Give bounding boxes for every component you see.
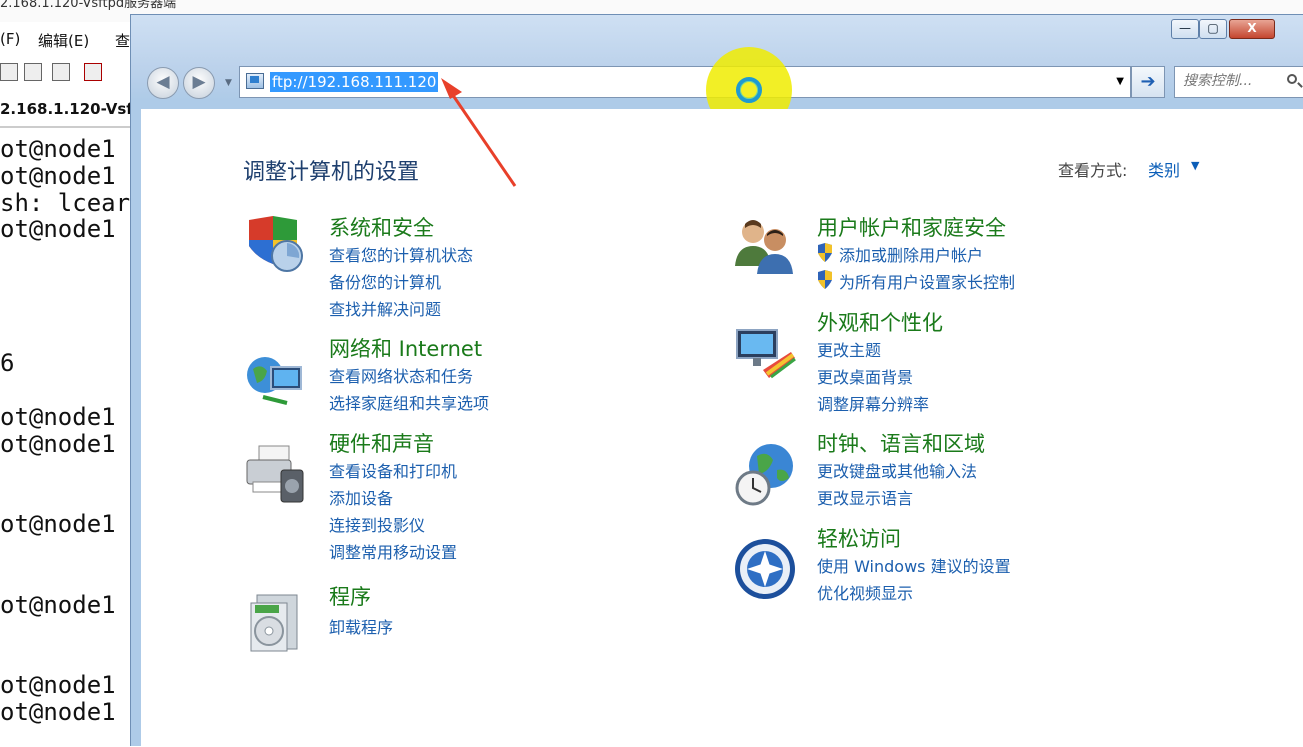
category-user-accounts[interactable]: 用户帐户和家庭安全 [817, 212, 1006, 242]
uac-shield-icon [818, 270, 832, 289]
close-icon: X [1247, 21, 1257, 35]
terminal-line: ot@node1 [0, 671, 116, 699]
link-mobility-settings[interactable]: 调整常用移动设置 [329, 539, 457, 563]
globe-clock-icon[interactable] [733, 442, 797, 506]
search-box[interactable] [1174, 66, 1303, 98]
monitor-icon[interactable] [733, 322, 797, 386]
link-change-keyboard[interactable]: 更改键盘或其他输入法 [817, 458, 977, 482]
category-appearance[interactable]: 外观和个性化 [817, 307, 943, 337]
uac-shield-icon [818, 243, 832, 262]
control-panel-content: 调整计算机的设置 查看方式: 类别 ▼ 系统和安全 查看您的计算机状态 备份您的… [141, 109, 1303, 746]
arrow-left-icon: ◀ [156, 72, 170, 92]
category-hardware-sound[interactable]: 硬件和声音 [329, 428, 434, 458]
terminal-line: sh: lcear [0, 188, 131, 217]
link-devices-printers[interactable]: 查看设备和打印机 [329, 458, 457, 482]
link-optimize-visual-display[interactable]: 优化视频显示 [817, 580, 913, 604]
go-button[interactable]: ➔ [1131, 66, 1165, 98]
terminal-line: ot@node1 [0, 510, 116, 539]
link-view-computer-status[interactable]: 查看您的计算机状态 [329, 242, 473, 266]
connect-icon[interactable] [0, 63, 18, 81]
link-desktop-background[interactable]: 更改桌面背景 [817, 364, 913, 388]
background-toolbar [0, 58, 140, 88]
minimize-button[interactable]: — [1171, 19, 1199, 39]
link-network-status[interactable]: 查看网络状态和任务 [329, 363, 473, 387]
terminal-line: ot@node1 [0, 161, 116, 190]
terminal-line: ot@node1 [0, 135, 116, 163]
terminal-line: ot@node1 [0, 403, 116, 431]
shield-icon[interactable] [243, 212, 307, 276]
menu-file[interactable]: (F) [0, 30, 20, 48]
link-add-remove-accounts[interactable]: 添加或删除用户帐户 [839, 242, 983, 266]
programs-icon[interactable] [243, 591, 307, 655]
link-change-display-language[interactable]: 更改显示语言 [817, 485, 913, 509]
recent-pages-dropdown[interactable]: ▼ [225, 78, 232, 88]
terminal-line: ot@node1 [0, 215, 116, 244]
page-title: 调整计算机的设置 [243, 160, 420, 185]
users-icon[interactable] [733, 212, 797, 276]
disconnect-icon[interactable] [52, 63, 70, 81]
close-button[interactable]: X [1229, 19, 1275, 39]
back-button[interactable]: ◀ [147, 67, 179, 99]
forward-button[interactable]: ▶ [183, 67, 215, 99]
view-by-label: 查看方式: [1058, 161, 1128, 180]
control-panel-icon [246, 73, 264, 89]
ease-of-access-icon[interactable] [733, 537, 797, 601]
minimize-icon: — [1179, 21, 1191, 35]
network-icon[interactable] [243, 347, 307, 411]
maximize-icon: ▢ [1207, 21, 1219, 35]
link-homegroup-sharing[interactable]: 选择家庭组和共享选项 [329, 390, 489, 414]
reconnect-icon[interactable] [24, 63, 42, 81]
session-tab[interactable]: 2.168.1.120-Vsft [0, 100, 140, 118]
category-clock-language-region[interactable]: 时钟、语言和区域 [817, 428, 985, 458]
category-programs[interactable]: 程序 [329, 581, 371, 611]
search-icon[interactable] [1287, 74, 1297, 84]
search-input[interactable] [1181, 72, 1281, 90]
background-menu-bar: (F) 编辑(E) 查 [0, 24, 140, 54]
category-network-internet[interactable]: 网络和 Internet [329, 333, 482, 363]
terminal-line: 6 [0, 349, 15, 378]
terminal-line: ot@node1 [0, 697, 116, 726]
printer-icon[interactable] [243, 442, 307, 506]
category-ease-of-access[interactable]: 轻松访问 [817, 523, 901, 553]
menu-view[interactable]: 查 [115, 30, 130, 51]
terminal-output[interactable]: ot@node1 ot@node1 sh: lcear ot@node1 6 ot@nod… [0, 126, 132, 747]
link-windows-suggested-settings[interactable]: 使用 Windows 建议的设置 [817, 553, 1011, 577]
link-parental-controls[interactable]: 为所有用户设置家长控制 [839, 269, 1015, 293]
view-by-dropdown-icon[interactable]: ▼ [1191, 159, 1199, 172]
address-dropdown-icon[interactable]: ▼ [1116, 76, 1124, 87]
explorer-window: — ▢ X ◀ ▶ ▼ ftp://192.168.111.120 ▼ ➔ 调整… [130, 14, 1303, 746]
link-troubleshoot[interactable]: 查找并解决问题 [329, 296, 441, 320]
link-backup-computer[interactable]: 备份您的计算机 [329, 269, 441, 293]
link-uninstall-program[interactable]: 卸载程序 [329, 614, 393, 638]
window-controls: — ▢ X [1171, 19, 1281, 41]
busy-cursor-icon [736, 77, 762, 103]
link-connect-projector[interactable]: 连接到投影仪 [329, 512, 425, 536]
background-window-title-text: 2.168.1.120-Vsftpd服务器端 [0, 0, 177, 11]
category-system-security[interactable]: 系统和安全 [329, 212, 434, 242]
address-bar[interactable]: ftp://192.168.111.120 ▼ [239, 66, 1131, 98]
maximize-button[interactable]: ▢ [1199, 19, 1227, 39]
terminal-line: ot@node1 [0, 590, 116, 619]
terminal-line: ot@node1 [0, 429, 116, 458]
link-screen-resolution[interactable]: 调整屏幕分辨率 [817, 391, 929, 415]
address-text[interactable]: ftp://192.168.111.120 [270, 72, 439, 92]
close-session-icon[interactable] [84, 63, 102, 81]
link-change-theme[interactable]: 更改主题 [817, 337, 881, 361]
link-add-device[interactable]: 添加设备 [329, 485, 393, 509]
arrow-right-icon: ▶ [192, 72, 206, 92]
go-arrow-icon: ➔ [1140, 71, 1156, 92]
menu-edit[interactable]: 编辑(E) [38, 30, 89, 51]
view-by-selector[interactable]: 类别 [1148, 157, 1180, 181]
